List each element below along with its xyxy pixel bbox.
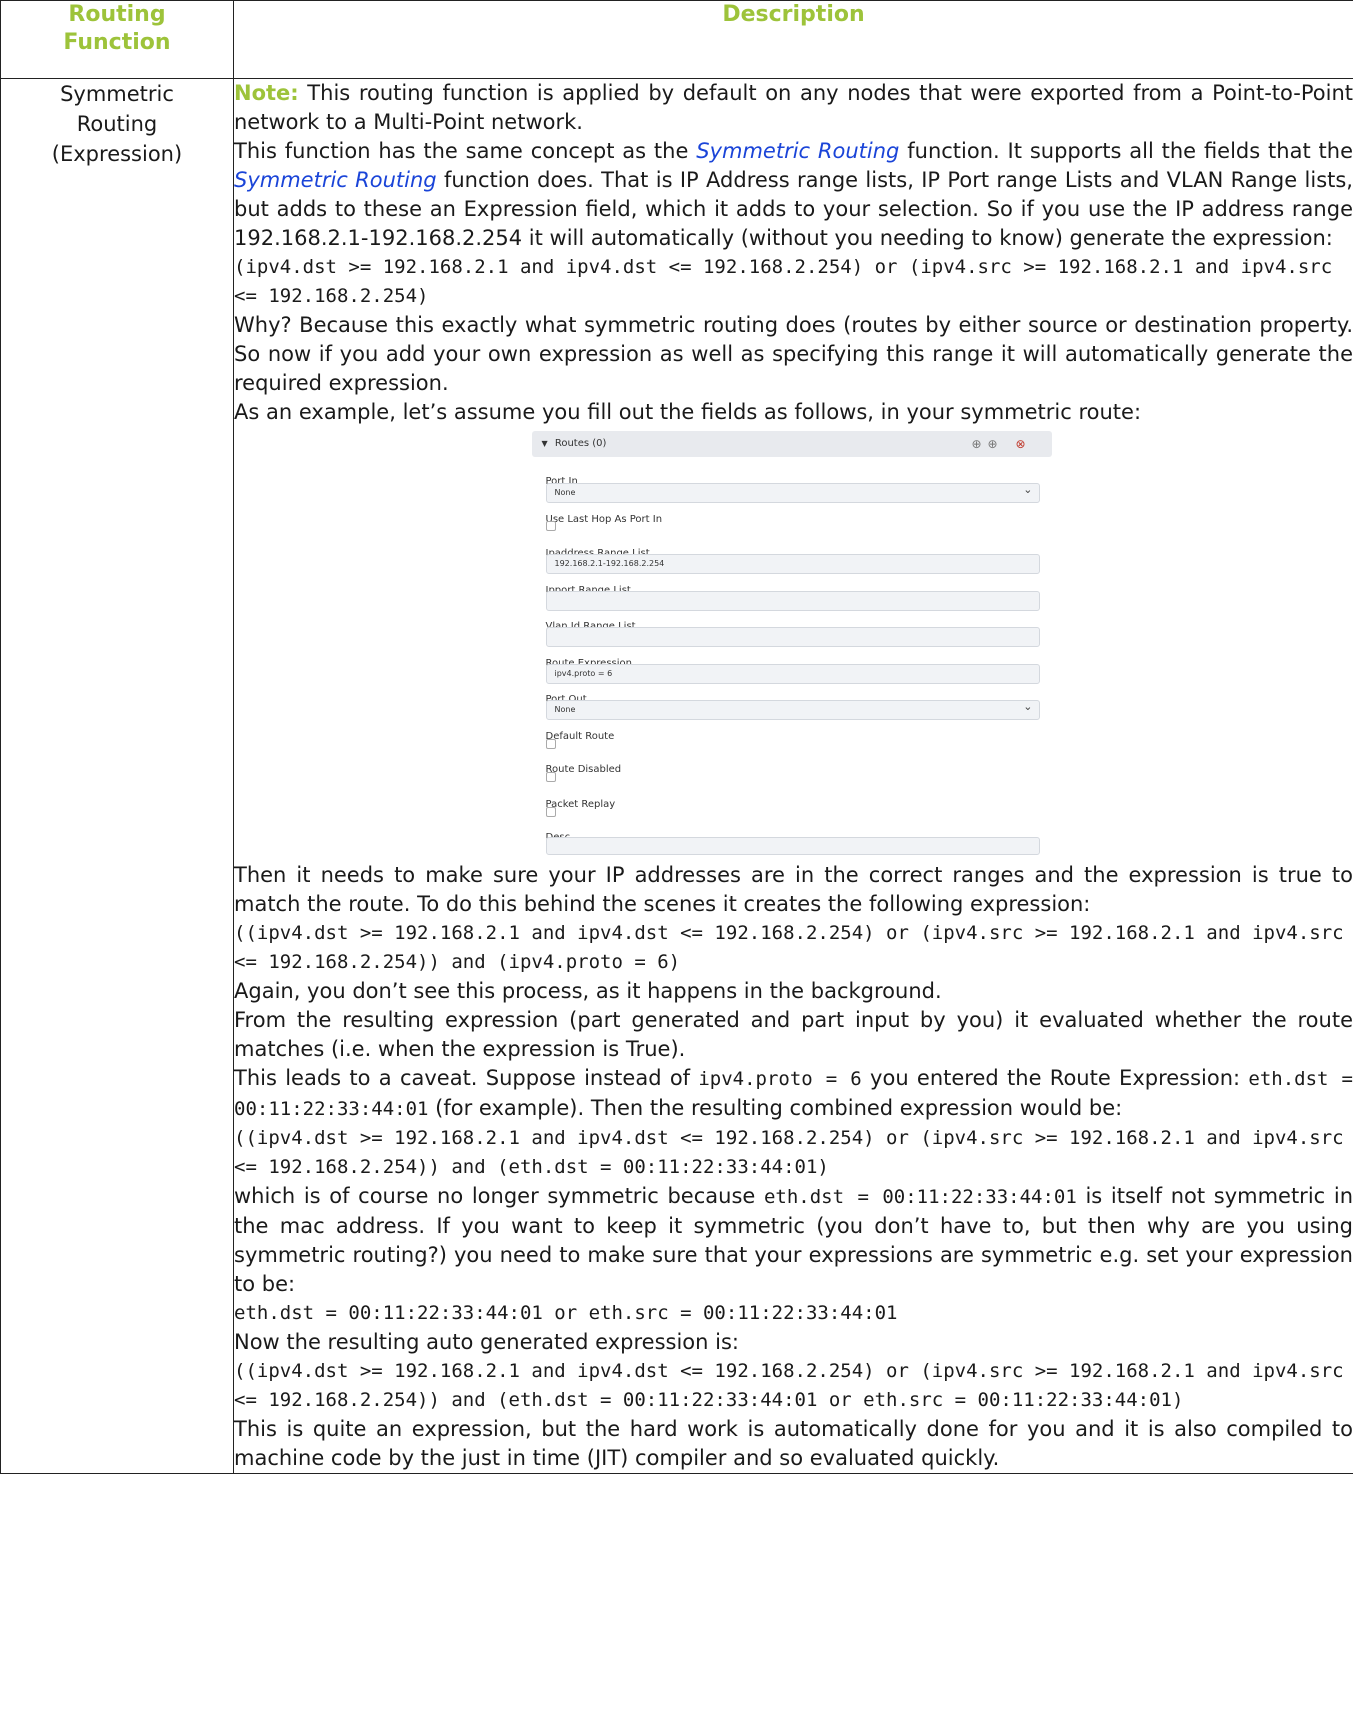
route-disabled-label: Route Disabled xyxy=(545,764,622,775)
code-expression-1: (ipv4.dst >= 192.168.2.1 and ipv4.dst <=… xyxy=(234,256,1344,307)
not-symmetric-text-a: which is of course no longer symmetric b… xyxy=(234,1184,764,1208)
symmetric-routing-link-1[interactable]: Symmetric Routing xyxy=(696,139,899,163)
default-route-checkbox[interactable] xyxy=(545,739,556,749)
caret-down-icon: ▼ xyxy=(541,439,548,448)
intro-paragraph: This function has the same concept as th… xyxy=(234,137,1353,253)
symmetric-routing-link-2[interactable]: Symmetric Routing xyxy=(234,168,437,192)
table-row: Symmetric Routing (Expression) Note: Thi… xyxy=(0,78,1353,1474)
closing-paragraph: This is quite an expression, but the har… xyxy=(234,1417,1353,1470)
ip-range-input[interactable]: 192.168.2.1-192.168.2.254 xyxy=(545,554,1040,574)
caveat-text-a: This leads to a caveat. Suppose instead … xyxy=(234,1066,699,1090)
table-header-row: Routing Function Description xyxy=(0,0,1353,79)
code-expression-3: ((ipv4.dst >= 192.168.2.1 and ipv4.dst <… xyxy=(234,1127,1344,1178)
port-out-select[interactable]: None xyxy=(545,698,1040,720)
header-description: Description xyxy=(233,0,1353,79)
routing-table: Routing Function Description Symmetric R… xyxy=(0,0,1353,1474)
caveat-text-b: you entered the Route Expression: xyxy=(861,1066,1249,1090)
function-cell: Symmetric Routing (Expression) xyxy=(0,78,234,1474)
routes-panel-title: Routes (0) xyxy=(554,438,607,449)
note-paragraph: Note: This routing function is applied b… xyxy=(234,79,1353,137)
route-disabled-checkbox[interactable] xyxy=(545,772,556,782)
not-symmetric-paragraph: which is of course no longer symmetric b… xyxy=(234,1182,1353,1299)
code-expression-2: ((ipv4.dst >= 192.168.2.1 and ipv4.dst <… xyxy=(234,922,1344,973)
port-in-select[interactable]: None xyxy=(545,481,1040,503)
now-resulting-paragraph: Now the resulting auto generated express… xyxy=(234,1330,739,1354)
background-paragraph: Again, you don’t see this process, as it… xyxy=(234,979,942,1003)
route-expression-input[interactable]: ipv4.proto = 6 xyxy=(545,664,1040,684)
add-circle-icon[interactable]: ⊕ xyxy=(972,431,982,457)
intro-text-a: This function has the same concept as th… xyxy=(234,139,697,163)
evaluate-paragraph: From the resulting expression (part gene… xyxy=(234,1008,1353,1061)
code-expression-4: eth.dst = 00:11:22:33:44:01 or eth.src =… xyxy=(234,1302,898,1324)
description-cell: Note: This routing function is applied b… xyxy=(233,78,1353,1474)
packet-replay-checkbox[interactable] xyxy=(545,807,556,817)
caveat-text-c: (for example). Then the resulting combin… xyxy=(428,1096,1123,1120)
header-routing-function: Routing Function xyxy=(0,0,234,79)
default-route-label: Default Route xyxy=(545,731,615,742)
note-label: Note: xyxy=(234,81,299,105)
not-symmetric-code: eth.dst = 00:11:22:33:44:01 xyxy=(763,1186,1077,1208)
packet-replay-label: Packet Replay xyxy=(545,799,616,810)
intro-text-b: function. It supports all the fields tha… xyxy=(899,139,1353,163)
use-last-hop-label: Use Last Hop As Port In xyxy=(545,514,663,525)
up-circle-icon[interactable]: ⊕ xyxy=(988,431,998,457)
use-last-hop-checkbox[interactable] xyxy=(545,521,556,531)
header-routing-function-text: Routing Function xyxy=(63,2,171,55)
routes-panel-header[interactable]: ▼ Routes (0) ⊕ ⊕ ⊗ xyxy=(531,431,1052,457)
caveat-paragraph: This leads to a caveat. Suppose instead … xyxy=(234,1064,1353,1124)
function-name: Symmetric Routing (Expression) xyxy=(51,82,183,166)
port-range-input[interactable] xyxy=(545,591,1040,611)
why-paragraph: Why? Because this exactly what symmetric… xyxy=(234,313,1353,395)
routes-form-screenshot: ▼ Routes (0) ⊕ ⊕ ⊗ Port In None Use Last… xyxy=(531,429,1056,855)
behind-scenes-paragraph: Then it needs to make sure your IP addre… xyxy=(234,863,1353,916)
caveat-code-proto: ipv4.proto = 6 xyxy=(698,1068,862,1090)
header-description-text: Description xyxy=(722,2,865,27)
code-expression-5: ((ipv4.dst >= 192.168.2.1 and ipv4.dst <… xyxy=(234,1360,1344,1411)
example-paragraph: As an example, let’s assume you fill out… xyxy=(234,400,1142,424)
desc-input[interactable] xyxy=(545,837,1040,855)
vlan-range-input[interactable] xyxy=(545,627,1040,647)
remove-circle-icon[interactable]: ⊗ xyxy=(1016,431,1026,457)
note-text: This routing function is applied by defa… xyxy=(234,81,1353,134)
